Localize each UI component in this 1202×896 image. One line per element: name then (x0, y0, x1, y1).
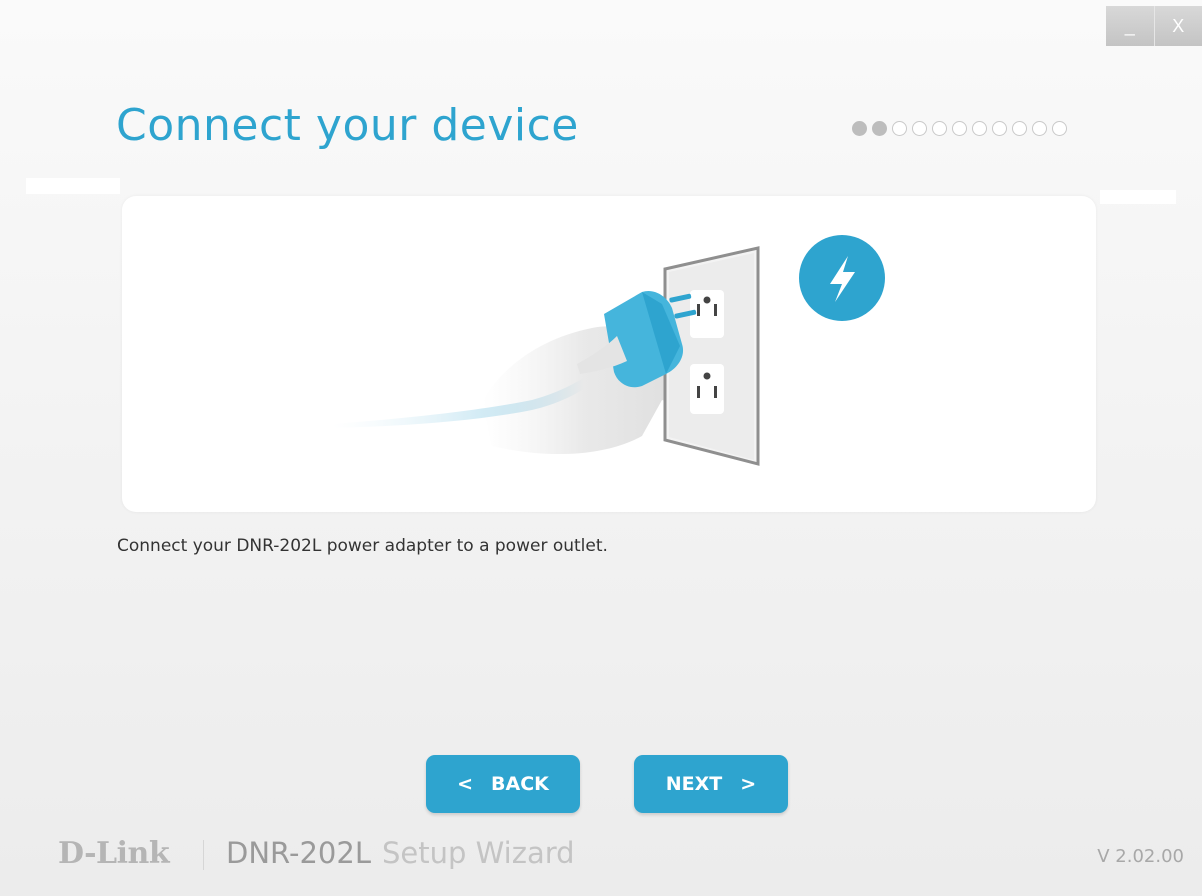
connect-power-illustration (332, 235, 885, 466)
product-name: DNR-202L (226, 836, 371, 870)
back-arrow-icon: < (457, 773, 474, 795)
next-button[interactable]: NEXT > (634, 755, 788, 813)
page-title: Connect your device (116, 100, 579, 151)
step-dot (1012, 121, 1027, 136)
illustration-card (122, 196, 1096, 512)
step-dot-completed (872, 121, 887, 136)
step-progress-indicator (852, 121, 1067, 136)
step-dot (912, 121, 927, 136)
step-dot (892, 121, 907, 136)
version-label: V 2.02.00 (1097, 846, 1184, 867)
step-dot (1052, 121, 1067, 136)
window-controls: _ X (1106, 6, 1202, 46)
footer-divider (203, 840, 204, 870)
minimize-button[interactable]: _ (1106, 6, 1154, 46)
step-dot (972, 121, 987, 136)
lightning-bolt-icon (799, 235, 885, 321)
back-button-label: BACK (491, 773, 549, 795)
dlink-logo: D-Link (58, 836, 170, 871)
step-dot (952, 121, 967, 136)
step-dot-completed (852, 121, 867, 136)
decorative-strip-right (1100, 190, 1176, 204)
next-arrow-icon: > (740, 773, 757, 795)
next-button-label: NEXT (665, 773, 723, 795)
step-dot (932, 121, 947, 136)
back-button[interactable]: < BACK (426, 755, 580, 813)
step-dot (1032, 121, 1047, 136)
wizard-name: Setup Wizard (382, 836, 575, 870)
instruction-text: Connect your DNR-202L power adapter to a… (117, 536, 608, 556)
decorative-strip-left (26, 178, 120, 194)
step-dot (992, 121, 1007, 136)
close-button[interactable]: X (1153, 6, 1202, 46)
